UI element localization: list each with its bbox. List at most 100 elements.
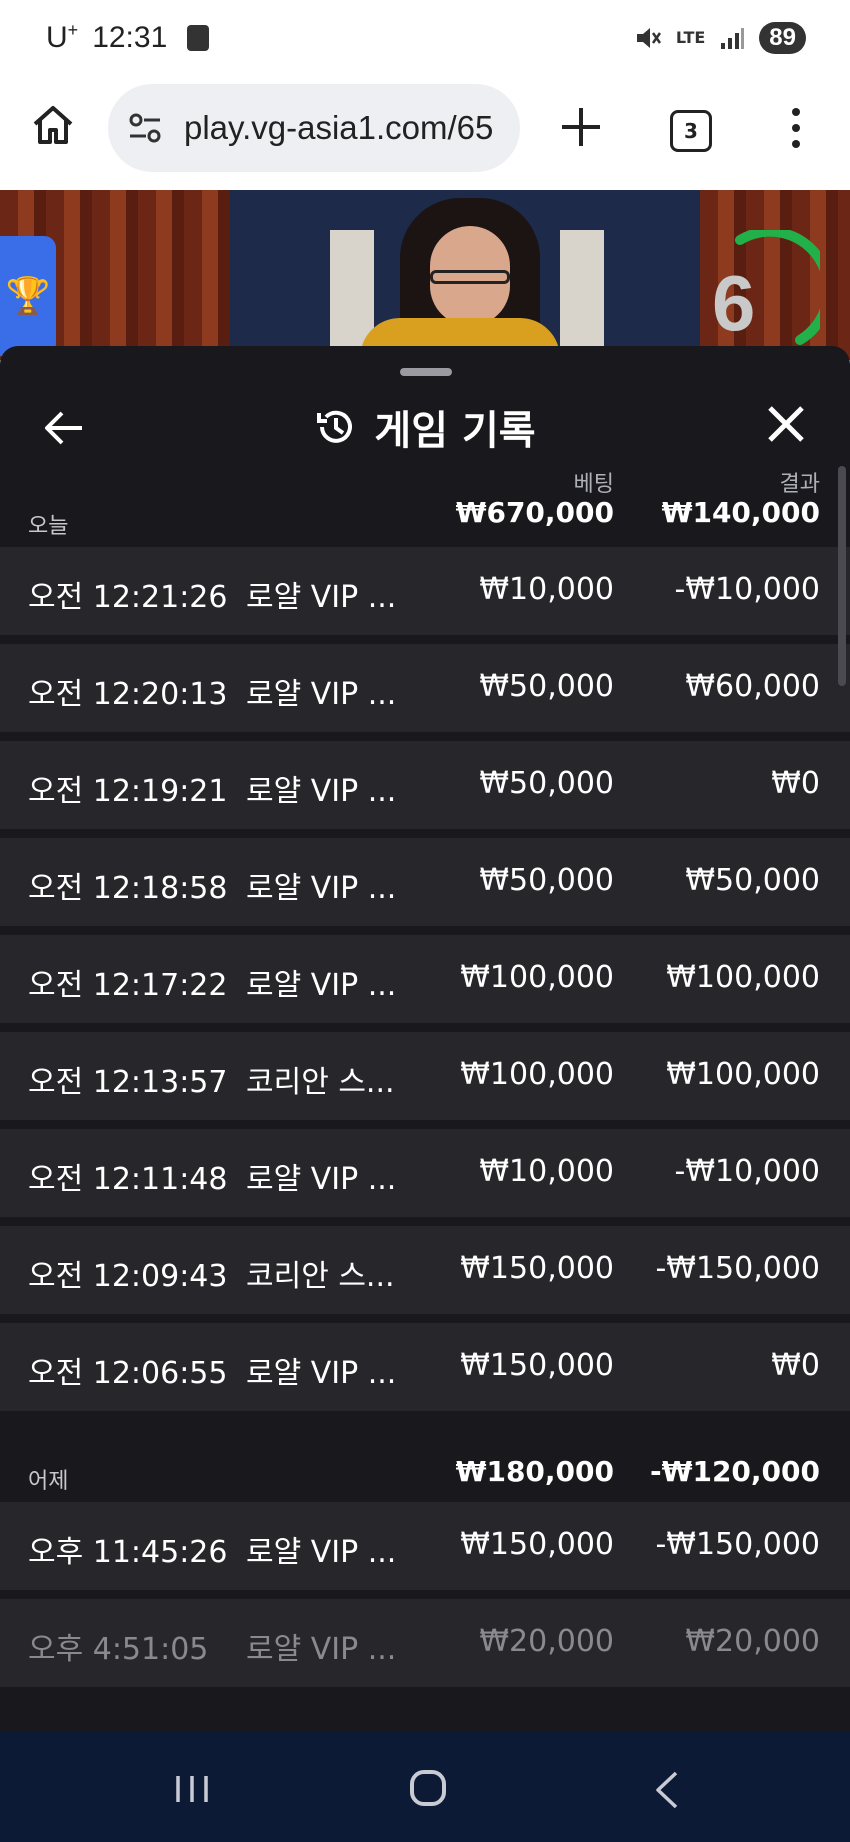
app-notification-icon xyxy=(187,24,210,51)
row-bet: ₩100,000 xyxy=(460,960,614,995)
battery-indicator: 89 xyxy=(759,22,806,54)
row-result: -₩150,000 xyxy=(655,1527,820,1562)
row-result: ₩20,000 xyxy=(685,1624,820,1659)
row-bet: ₩10,000 xyxy=(479,572,614,607)
row-game: 로얄 VIP ... xyxy=(246,677,397,712)
row-game: 코리안 스... xyxy=(246,1259,395,1294)
row-time: 오전 12:11:48 xyxy=(28,1162,228,1197)
group-header-today: 오늘 ₩670,000 ₩140,000 xyxy=(0,486,850,539)
system-nav-bar xyxy=(0,1732,850,1842)
more-menu-icon[interactable] xyxy=(784,106,808,150)
history-row[interactable]: 오전 12:20:13 로얄 VIP ... ₩50,000 ₩60,000 xyxy=(0,644,850,732)
pillar xyxy=(560,230,604,360)
home-nav-icon[interactable] xyxy=(410,1770,446,1806)
row-result: ₩100,000 xyxy=(666,960,820,995)
column-headers: 베팅 결과 xyxy=(0,466,850,497)
mute-icon xyxy=(636,28,661,48)
clock: 12:31 xyxy=(92,20,168,54)
game-history-sheet: 게임 기록 베팅 결과 오늘 ₩670,000 ₩140,000 오전 12:2… xyxy=(0,346,850,1732)
row-result: ₩100,000 xyxy=(666,1057,820,1092)
new-tab-icon[interactable] xyxy=(556,102,606,152)
sheet-title: 게임 기록 xyxy=(0,398,850,456)
row-game: 로얄 VIP ... xyxy=(246,1535,397,1570)
row-game: 코리안 스... xyxy=(246,1065,395,1100)
group-name: 어제 xyxy=(28,1469,69,1494)
history-row[interactable]: 오전 12:18:58 로얄 VIP ... ₩50,000 ₩50,000 xyxy=(0,838,850,926)
recent-apps-icon[interactable] xyxy=(172,1774,212,1804)
history-row[interactable]: 오전 12:17:22 로얄 VIP ... ₩100,000 ₩100,000 xyxy=(0,935,850,1023)
row-bet: ₩150,000 xyxy=(460,1251,614,1286)
row-game: 로얄 VIP ... xyxy=(246,1162,397,1197)
row-bet: ₩50,000 xyxy=(479,669,614,704)
row-time: 오전 12:09:43 xyxy=(28,1259,228,1294)
site-settings-icon[interactable] xyxy=(126,108,166,148)
row-time: 오전 12:13:57 xyxy=(28,1065,228,1100)
row-bet: ₩10,000 xyxy=(479,1154,614,1189)
trophy-icon[interactable]: 🏆 xyxy=(0,236,56,356)
row-bet: ₩150,000 xyxy=(460,1527,614,1562)
row-bet: ₩50,000 xyxy=(479,863,614,898)
sheet-header: 게임 기록 xyxy=(0,386,850,476)
row-bet: ₩100,000 xyxy=(460,1057,614,1092)
history-icon xyxy=(317,410,353,443)
group-bet-total: ₩180,000 xyxy=(455,1455,614,1488)
row-game: 로얄 VIP ... xyxy=(246,580,397,615)
row-result: -₩10,000 xyxy=(674,572,820,607)
row-time: 오전 12:21:26 xyxy=(28,580,228,615)
history-row[interactable]: 오전 12:13:57 코리안 스... ₩100,000 ₩100,000 xyxy=(0,1032,850,1120)
sheet-title-text: 게임 기록 xyxy=(374,408,536,454)
history-row[interactable]: 오전 12:11:48 로얄 VIP ... ₩10,000 -₩10,000 xyxy=(0,1129,850,1217)
row-game: 로얄 VIP ... xyxy=(246,1356,397,1391)
group-header-yesterday: 어제 ₩180,000 -₩120,000 xyxy=(0,1433,850,1494)
row-result: ₩50,000 xyxy=(685,863,820,898)
row-bet: ₩50,000 xyxy=(479,766,614,801)
row-result: ₩0 xyxy=(771,766,820,801)
row-game: 로얄 VIP ... xyxy=(246,871,397,906)
history-row[interactable]: 오전 12:19:21 로얄 VIP ... ₩50,000 ₩0 xyxy=(0,741,850,829)
row-time: 오후 4:51:05 xyxy=(28,1632,209,1667)
history-row[interactable]: 오후 4:51:05 로얄 VIP ... ₩20,000 ₩20,000 xyxy=(0,1599,850,1687)
row-time: 오전 12:18:58 xyxy=(28,871,228,906)
row-bet: ₩20,000 xyxy=(479,1624,614,1659)
group-divider xyxy=(0,1411,850,1433)
row-time: 오전 12:06:55 xyxy=(28,1356,228,1391)
row-time: 오전 12:19:21 xyxy=(28,774,228,809)
home-icon[interactable] xyxy=(30,102,76,148)
status-left: U+ 12:31 xyxy=(46,20,210,55)
dealer-glasses xyxy=(430,270,510,284)
url-text: play.vg-asia1.com/65 xyxy=(184,109,494,146)
address-bar[interactable]: play.vg-asia1.com/65 xyxy=(108,84,520,172)
group-result-total: -₩120,000 xyxy=(649,1455,820,1488)
row-time: 오전 12:20:13 xyxy=(28,677,228,712)
back-nav-icon[interactable] xyxy=(652,1770,682,1810)
network-type: LTE xyxy=(675,28,706,47)
history-row[interactable]: 오전 12:06:55 로얄 VIP ... ₩150,000 ₩0 xyxy=(0,1323,850,1411)
group-bet-total: ₩670,000 xyxy=(455,496,614,529)
browser-toolbar: play.vg-asia1.com/65 3 xyxy=(0,80,850,190)
row-result: ₩0 xyxy=(771,1348,820,1383)
row-time: 오후 11:45:26 xyxy=(28,1535,228,1570)
group-result-total: ₩140,000 xyxy=(661,496,820,529)
history-row[interactable]: 오후 11:45:26 로얄 VIP ... ₩150,000 -₩150,00… xyxy=(0,1502,850,1590)
drag-handle[interactable] xyxy=(400,368,452,376)
row-result: -₩10,000 xyxy=(674,1154,820,1189)
tab-switcher-button[interactable]: 3 xyxy=(670,110,712,152)
signal-icon xyxy=(721,28,745,49)
row-game: 로얄 VIP ... xyxy=(246,968,397,1003)
row-time: 오전 12:17:22 xyxy=(28,968,228,1003)
group-name: 오늘 xyxy=(28,514,69,539)
history-list: 베팅 결과 오늘 ₩670,000 ₩140,000 오전 12:21:26 로… xyxy=(0,466,850,1687)
countdown-number: 6 xyxy=(712,259,756,347)
status-right: LTE 89 xyxy=(634,22,806,54)
history-row[interactable]: 오전 12:21:26 로얄 VIP ... ₩10,000 -₩10,000 xyxy=(0,547,850,635)
row-result: -₩150,000 xyxy=(655,1251,820,1286)
history-row[interactable]: 오전 12:09:43 코리안 스... ₩150,000 -₩150,000 xyxy=(0,1226,850,1314)
close-icon[interactable] xyxy=(764,402,808,446)
scrollbar[interactable] xyxy=(838,466,846,686)
status-bar: U+ 12:31 LTE 89 xyxy=(0,0,850,80)
row-game: 로얄 VIP ... xyxy=(246,774,397,809)
row-bet: ₩150,000 xyxy=(460,1348,614,1383)
carrier-label: U+ xyxy=(46,20,79,54)
row-game: 로얄 VIP ... xyxy=(246,1632,397,1667)
row-result: ₩60,000 xyxy=(685,669,820,704)
